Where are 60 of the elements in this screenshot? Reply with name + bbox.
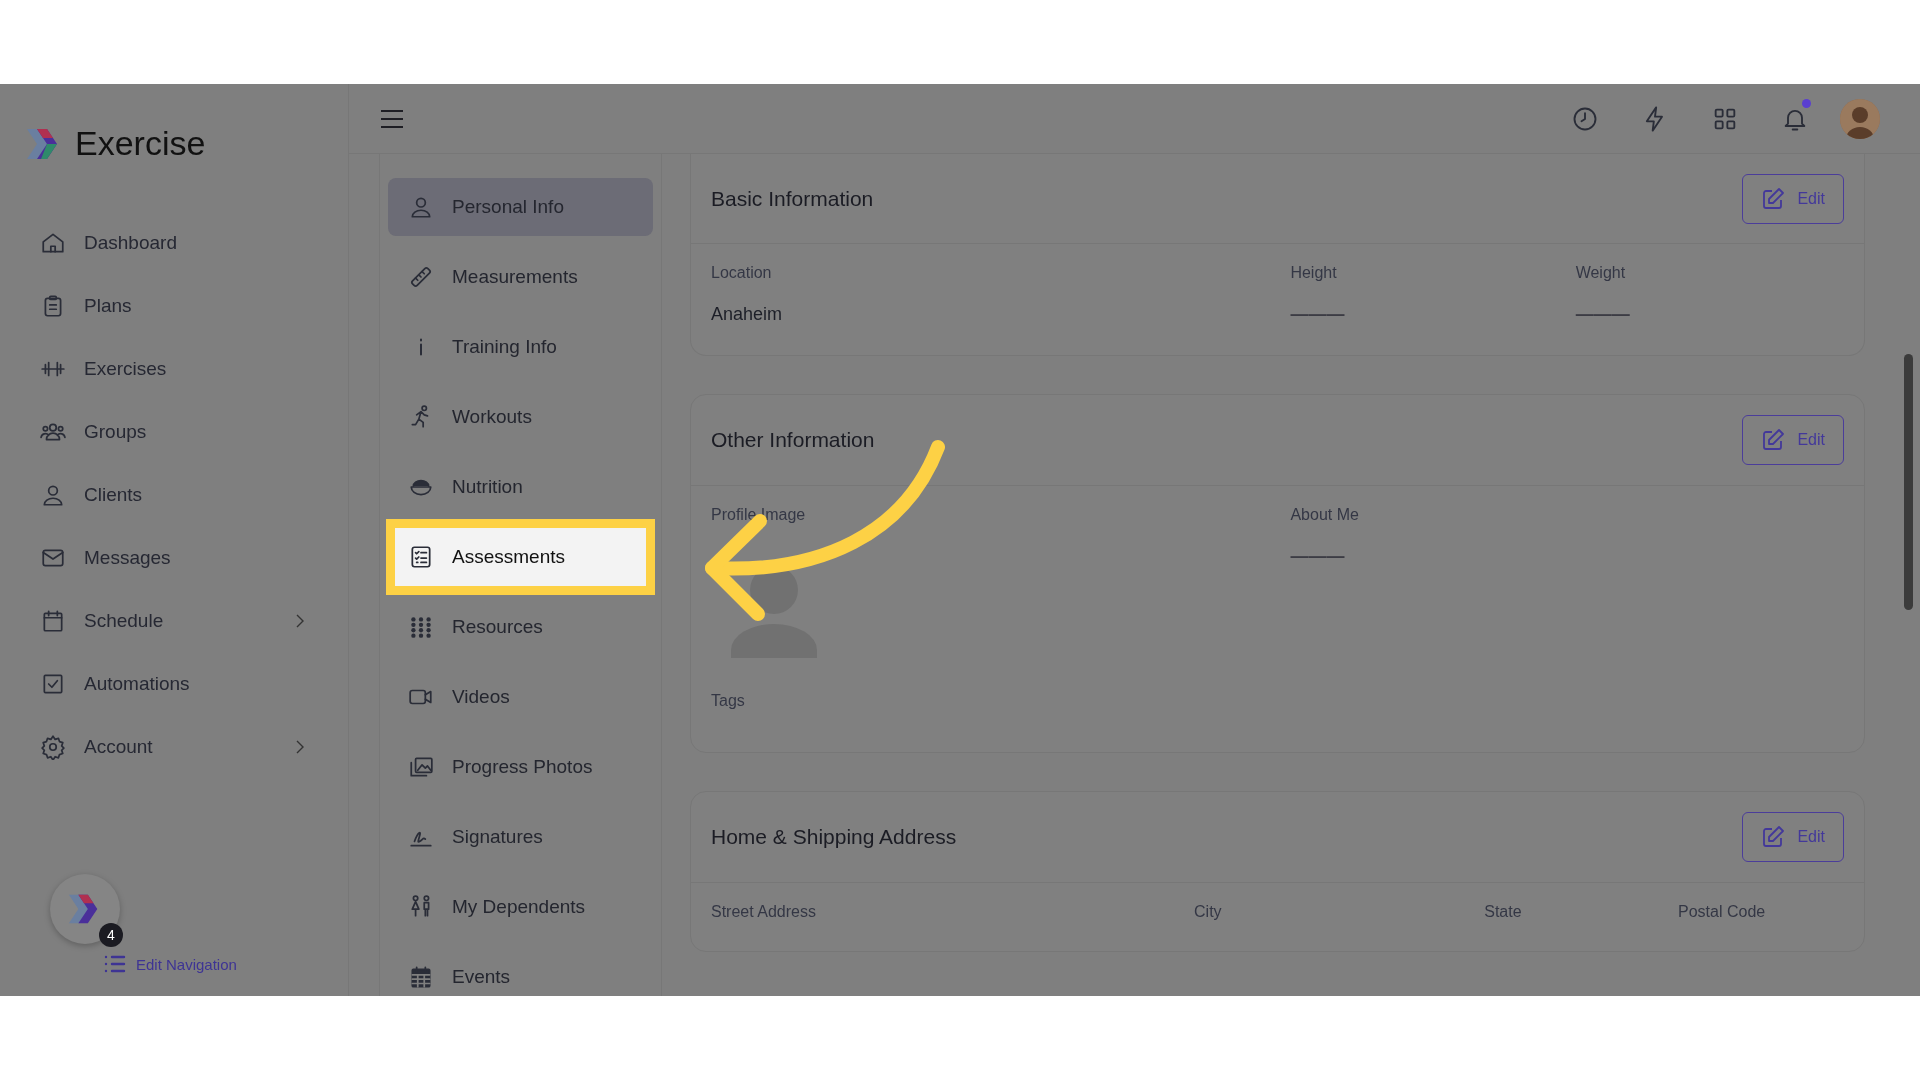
- submenu-item[interactable]: Measurements: [388, 248, 653, 306]
- field-value: ———: [1575, 304, 1631, 325]
- field-label: Street Address: [711, 903, 817, 921]
- ruler-icon: [408, 264, 434, 290]
- field-label: State: [1484, 903, 1523, 921]
- edit-icon: [1761, 825, 1786, 849]
- menu-icon[interactable]: [379, 107, 405, 130]
- submenu-item[interactable]: Workouts: [388, 388, 653, 446]
- field-value: ———: [1290, 546, 1346, 567]
- chevron-icon: [295, 738, 305, 755]
- checklist-icon: [408, 544, 434, 570]
- edit-button[interactable]: Edit: [1742, 173, 1844, 224]
- calendar-icon: [40, 607, 66, 634]
- field-label: Weight: [1575, 264, 1627, 282]
- field-label: Postal Code: [1678, 903, 1767, 921]
- photos-icon: [408, 754, 434, 780]
- sidebar-item[interactable]: Messages: [25, 526, 305, 589]
- submenu-item[interactable]: Assessments: [386, 519, 655, 595]
- submenu-item[interactable]: Videos: [388, 668, 653, 726]
- field-value: Anaheim: [711, 304, 784, 325]
- field-label: City: [1194, 903, 1223, 921]
- info-icon: [419, 337, 423, 357]
- card-title: Home & Shipping Address: [711, 825, 957, 849]
- sidebar-item[interactable]: Account: [25, 715, 305, 778]
- card-title: Other Information: [711, 428, 875, 452]
- calendar-icon: [408, 964, 434, 990]
- sidebar-item[interactable]: Clients: [25, 463, 305, 526]
- sidebar-item[interactable]: Dashboard: [25, 211, 305, 274]
- app-name: Exercise: [75, 124, 206, 163]
- chevron-icon: [295, 612, 305, 629]
- list-icon: [104, 954, 126, 974]
- submenu-item[interactable]: Training Info: [388, 318, 653, 376]
- sidebar-item[interactable]: Schedule: [25, 589, 305, 652]
- sidebar-item[interactable]: Plans: [25, 274, 305, 337]
- edit-icon: [1761, 186, 1786, 211]
- grid-icon: [408, 614, 434, 640]
- field-value: ———: [1290, 304, 1346, 325]
- submenu-item[interactable]: My Dependents: [388, 878, 653, 936]
- field-label: Height: [1290, 264, 1338, 282]
- edit-icon: [1761, 428, 1786, 452]
- field-label: Tags: [711, 692, 746, 710]
- count-badge: 4: [99, 923, 123, 947]
- submenu-item[interactable]: Progress Photos: [388, 738, 653, 796]
- settings-icon: [40, 733, 66, 760]
- edit-navigation-link[interactable]: Edit Navigation: [104, 954, 237, 974]
- help-bubble[interactable]: 4: [50, 874, 120, 944]
- submenu-item[interactable]: Events: [388, 948, 653, 996]
- field-label: About Me: [1290, 506, 1360, 524]
- field-label: Location: [711, 264, 773, 282]
- submenu-item[interactable]: Nutrition: [388, 458, 653, 516]
- edit-button[interactable]: Edit: [1742, 415, 1844, 465]
- sidebar-item[interactable]: Automations: [25, 652, 305, 715]
- submenu-item[interactable]: Resources: [388, 598, 653, 656]
- avatar[interactable]: [1840, 98, 1880, 139]
- edit-button[interactable]: Edit: [1742, 812, 1844, 862]
- sidebar-item[interactable]: Groups: [25, 400, 305, 463]
- submenu-item[interactable]: Signatures: [388, 808, 653, 866]
- submenu-item[interactable]: Personal Info: [388, 178, 653, 236]
- card-title: Basic Information: [711, 186, 874, 211]
- sidebar-item[interactable]: Exercises: [25, 337, 305, 400]
